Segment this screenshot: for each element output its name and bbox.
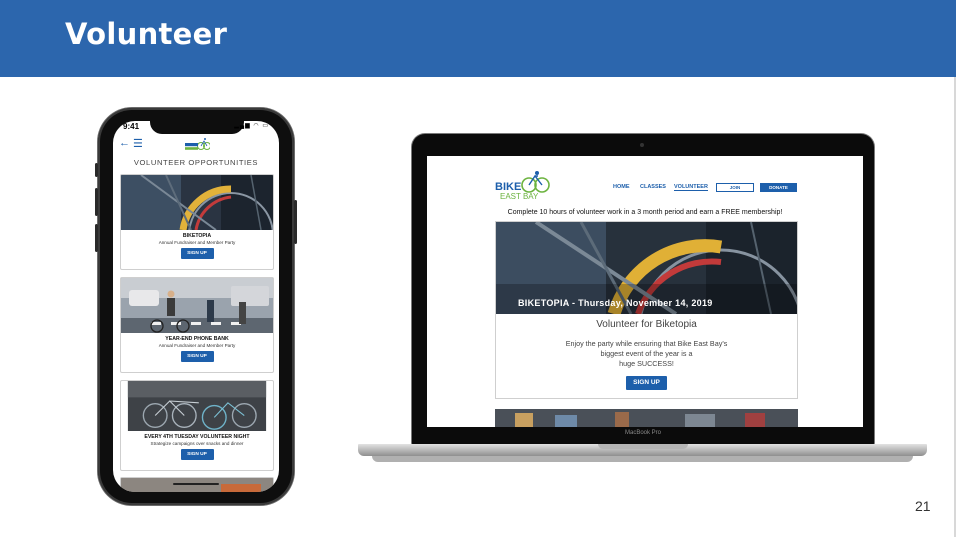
bike-east-bay-logo[interactable] [184, 137, 210, 152]
opportunity-card[interactable]: BIKETOPIA Annual Fundraiser and Member P… [120, 174, 274, 270]
phone-screen: 9:41 ▂▄▆ ◠ ▭ ← ☰ VOLUNTEER OPPORTUNITIES [113, 121, 279, 492]
membership-tagline: Complete 10 hours of volunteer work in a… [507, 209, 783, 216]
event-caption: BIKETOPIA - Thursday, November 14, 2019 [518, 298, 713, 308]
parked-bikes-photo [127, 381, 267, 431]
card-subtitle: Annual Fundraiser and Member Party [158, 343, 236, 348]
status-time: 9:41 [123, 122, 140, 131]
event-description-line: Enjoy the party while ensuring that Bike… [565, 339, 728, 348]
laptop-screen: BIKE EAST BAY HOME CLASSES VOLUNTEER JOI… [427, 156, 863, 427]
laptop-brand-label: MacBook Pro [624, 430, 661, 436]
join-button[interactable]: JOIN [716, 183, 754, 192]
sign-up-button[interactable]: SIGN UP [180, 248, 214, 259]
sign-up-button[interactable]: SIGN UP [626, 376, 667, 390]
slide-page-number: 21 [915, 498, 931, 514]
event-description-line: biggest event of the year is a [600, 349, 693, 358]
sign-up-button[interactable]: SIGN UP [180, 449, 214, 460]
nav-volunteer[interactable]: VOLUNTEER [674, 184, 708, 191]
card-title: YEAR-END PHONE BANK [165, 336, 229, 342]
event-card[interactable]: BIKETOPIA - Thursday, November 14, 2019 … [495, 221, 798, 399]
back-arrow-icon[interactable]: ← [119, 137, 130, 149]
laptop-mockup: BIKE EAST BAY HOME CLASSES VOLUNTEER JOI… [412, 134, 874, 445]
phone-mockup: 9:41 ▂▄▆ ◠ ▭ ← ☰ VOLUNTEER OPPORTUNITIES [95, 108, 297, 505]
card-subtitle: Strategize campaigns over snacks and din… [150, 441, 244, 446]
bike-wheel-photo [121, 175, 273, 230]
laptop-camera [640, 143, 644, 147]
next-event-photo-partial [495, 409, 798, 427]
opportunity-card[interactable]: YEAR-END PHONE BANK Annual Fundraiser an… [120, 277, 274, 373]
laptop-base [358, 444, 927, 456]
nav-classes[interactable]: CLASSES [640, 184, 666, 190]
event-description-line: huge SUCCESS! [619, 359, 674, 368]
donate-button[interactable]: DONATE [760, 183, 797, 192]
sign-up-button[interactable]: SIGN UP [180, 351, 214, 362]
home-indicator [173, 483, 219, 485]
phone-page-heading: VOLUNTEER OPPORTUNITIES [133, 158, 259, 167]
event-description: Enjoy the party while ensuring that Bike… [496, 339, 797, 369]
phone-volume-up [95, 188, 98, 216]
laptop-opening-notch [598, 444, 688, 449]
card-title: BIKETOPIA [182, 233, 212, 239]
laptop-base-shadow [372, 456, 913, 462]
card-subtitle: Annual Fundraiser and Member Party [158, 240, 236, 245]
nav-home[interactable]: HOME [613, 184, 630, 190]
phone-notch [150, 121, 244, 134]
bike-east-bay-logo[interactable]: BIKE EAST BAY [494, 170, 550, 202]
phone-power-button [294, 200, 297, 244]
card-title: EVERY 4TH TUESDAY VOLUNTEER NIGHT [144, 434, 250, 440]
logo-eastbay-text: EAST BAY [500, 192, 539, 201]
street-cyclists-photo [121, 278, 273, 333]
slide-title: Volunteer [65, 17, 228, 51]
phone-volume-down [95, 224, 98, 252]
status-icons: ▂▄▆ ◠ ▭ [234, 123, 269, 129]
opportunity-card[interactable]: EVERY 4TH TUESDAY VOLUNTEER NIGHT Strate… [120, 380, 274, 471]
partial-card-photo [121, 478, 273, 492]
phone-mute-switch [95, 163, 98, 177]
hamburger-menu-icon[interactable]: ☰ [133, 137, 143, 150]
event-title: Volunteer for Biketopia [596, 319, 697, 330]
slide-header: Volunteer [0, 0, 956, 77]
